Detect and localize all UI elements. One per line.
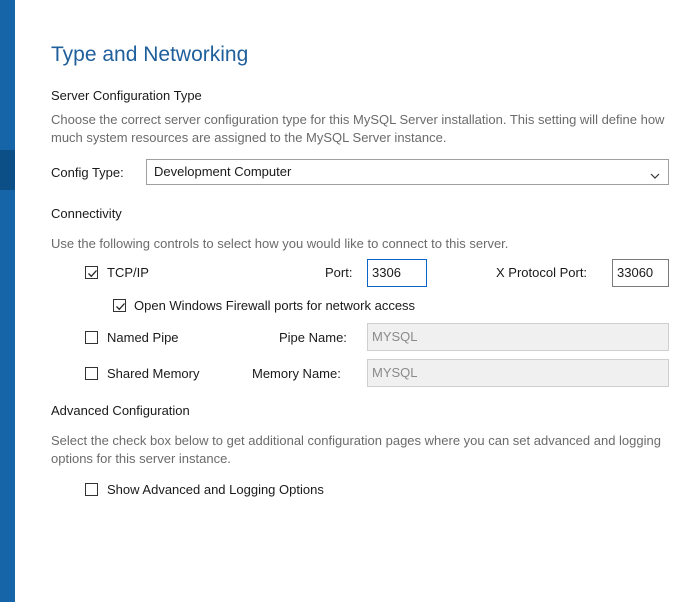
x-protocol-port-value: 33060 bbox=[617, 265, 654, 280]
x-protocol-port-label: X Protocol Port: bbox=[496, 265, 588, 280]
port-input[interactable]: 3306 bbox=[367, 259, 427, 287]
memory-name-input[interactable]: MYSQL bbox=[367, 359, 669, 387]
connectivity-heading: Connectivity bbox=[51, 206, 122, 221]
port-value: 3306 bbox=[372, 265, 401, 280]
memory-name-label: Memory Name: bbox=[252, 366, 341, 381]
side-strip-active-marker bbox=[0, 150, 15, 190]
checkmark-icon bbox=[116, 303, 125, 311]
tcpip-label: TCP/IP bbox=[107, 265, 149, 280]
pipe-name-value: MYSQL bbox=[372, 329, 418, 344]
named-pipe-label: Named Pipe bbox=[107, 330, 179, 345]
pipe-name-label: Pipe Name: bbox=[279, 330, 347, 345]
config-type-label: Config Type: bbox=[51, 165, 124, 180]
show-advanced-label: Show Advanced and Logging Options bbox=[107, 482, 324, 497]
server-config-heading: Server Configuration Type bbox=[51, 88, 202, 103]
shared-memory-label: Shared Memory bbox=[107, 366, 200, 381]
config-type-value: Development Computer bbox=[154, 164, 292, 179]
shared-memory-checkbox[interactable] bbox=[85, 367, 98, 380]
named-pipe-checkbox[interactable] bbox=[85, 331, 98, 344]
connectivity-description: Use the following controls to select how… bbox=[51, 236, 509, 251]
checkmark-icon bbox=[88, 270, 97, 278]
firewall-label: Open Windows Firewall ports for network … bbox=[134, 298, 416, 313]
chevron-down-icon bbox=[650, 168, 660, 179]
server-config-description: Choose the correct server configuration … bbox=[51, 112, 665, 145]
pipe-name-input[interactable]: MYSQL bbox=[367, 323, 669, 351]
advanced-heading: Advanced Configuration bbox=[51, 403, 190, 418]
port-label: Port: bbox=[325, 265, 353, 280]
memory-name-value: MYSQL bbox=[372, 365, 418, 380]
side-navigation-strip bbox=[0, 0, 15, 602]
firewall-checkbox[interactable] bbox=[113, 299, 126, 312]
page-title: Type and Networking bbox=[51, 43, 249, 66]
x-protocol-port-input[interactable]: 33060 bbox=[612, 259, 669, 287]
show-advanced-checkbox[interactable] bbox=[85, 483, 98, 496]
tcpip-checkbox[interactable] bbox=[85, 266, 98, 279]
advanced-description: Select the check box below to get additi… bbox=[51, 433, 661, 466]
config-type-select[interactable]: Development Computer bbox=[146, 159, 669, 185]
